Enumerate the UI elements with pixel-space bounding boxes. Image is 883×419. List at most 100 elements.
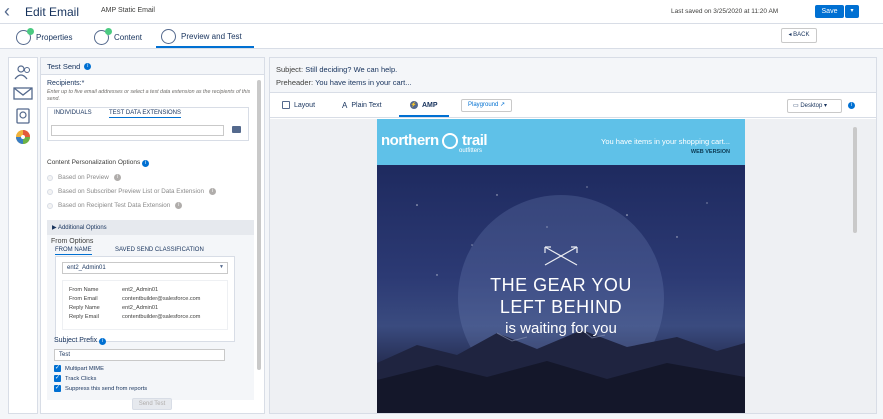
subject-prefix-input[interactable]: Test xyxy=(54,349,225,361)
info-icon[interactable]: i xyxy=(142,160,150,167)
info-icon[interactable]: i xyxy=(208,188,216,195)
checkbox-checked-icon: ✓ xyxy=(54,365,61,372)
email-preview-canvas: northern trail outfitters You have items… xyxy=(270,119,876,413)
info-icon[interactable]: i xyxy=(175,202,183,209)
info-icon[interactable]: i xyxy=(99,338,107,345)
preheader-value: You have items in your cart... xyxy=(315,78,412,87)
chevron-down-icon: ▼ xyxy=(219,264,224,270)
device-value: Desktop xyxy=(800,103,823,109)
back-button[interactable]: ◂ BACK xyxy=(781,28,817,43)
option-subscriber-preview[interactable]: Based on Subscriber Preview List or Data… xyxy=(47,188,216,195)
test-send-panel: Test Send i Recipients:* Enter up to fiv… xyxy=(40,57,265,414)
device-select[interactable]: ▭ Desktop ▾ xyxy=(787,99,842,113)
sender-details: From Name ent2_Admin01 From Email contentb… xyxy=(62,280,228,330)
detail-row: Reply Name ent2_Admin01 xyxy=(69,305,158,311)
email-name: AMP Static Email xyxy=(101,7,155,14)
check-circle-icon xyxy=(161,29,176,44)
option-label: Based on Preview xyxy=(58,174,109,181)
web-version-link[interactable]: WEB VERSION xyxy=(691,149,730,155)
external-link-icon: ↗ xyxy=(500,102,506,108)
detail-value: ent2_Admin01 xyxy=(122,305,159,311)
brand-logo: northern trail xyxy=(381,132,488,150)
layout-icon xyxy=(282,101,290,109)
from-name-select[interactable]: ent2_Admin01 ▼ xyxy=(62,262,228,274)
detail-key: From Name xyxy=(69,287,99,293)
tab-plain-text[interactable]: A Plain Text xyxy=(342,101,382,110)
test-send-title: Test Send xyxy=(47,61,81,71)
panel-scrollbar[interactable] xyxy=(257,80,261,370)
tab-individuals[interactable]: INDIVIDUALS xyxy=(54,110,92,116)
cart-reminder-text: You have items in your shopping cart... xyxy=(601,137,730,146)
last-saved-text: Last saved on 3/25/2020 at 11:20 AM xyxy=(671,8,779,15)
hero-headline-1: THE GEAR YOU xyxy=(490,275,632,295)
tab-test-data-extensions[interactable]: TEST DATA EXTENSIONS xyxy=(109,110,182,118)
hero-headline-2: LEFT BEHIND xyxy=(499,297,623,317)
tab-preview-and-test[interactable]: Preview and Test xyxy=(156,27,254,48)
from-select-value: ent2_Admin01 xyxy=(67,265,106,271)
option-label: Based on Recipient Test Data Extension xyxy=(58,202,171,209)
send-test-button[interactable]: Send Test xyxy=(132,398,172,410)
tab-from-name[interactable]: FROM NAME xyxy=(55,247,92,255)
folder-icon[interactable] xyxy=(232,126,241,133)
preview-pane: Subject: Still deciding? We can help. Pr… xyxy=(269,57,877,414)
preview-scrollbar[interactable] xyxy=(853,127,857,233)
crossed-arrows-icon xyxy=(544,246,578,266)
info-icon[interactable]: i xyxy=(848,102,855,109)
checkbox-multipart-mime[interactable]: ✓ Multipart MIME xyxy=(54,365,104,372)
from-options-label: From Options xyxy=(51,238,94,245)
option-recipient-test-data[interactable]: Based on Recipient Test Data Extension i xyxy=(47,202,183,209)
save-button[interactable]: Save xyxy=(815,5,844,18)
content-pencil-icon xyxy=(94,28,112,45)
subject-info: Subject: Still deciding? We can help. Pr… xyxy=(270,58,876,93)
chevron-down-icon: ▾ xyxy=(822,103,828,109)
subject-label: Subject: xyxy=(276,65,304,74)
radio-dot xyxy=(47,202,53,209)
detail-row: From Name ent2_Admin01 xyxy=(69,287,158,293)
checkbox-suppress-reports[interactable]: ✓ Suppress this send from reports xyxy=(54,385,147,392)
tab-saved-send-classification[interactable]: SAVED SEND CLASSIFICATION xyxy=(115,247,204,253)
detail-value: ent2_Admin01 xyxy=(122,287,159,293)
test-send-envelope-icon[interactable] xyxy=(13,85,33,101)
detail-value: contentbuilder@salesforce.com xyxy=(122,296,201,302)
subject-prefix-text: Subject Prefix xyxy=(54,337,98,344)
recipients-box: INDIVIDUALS TEST DATA EXTENSIONS xyxy=(47,107,249,141)
info-icon[interactable]: i xyxy=(113,174,121,181)
info-icon[interactable]: i xyxy=(84,62,92,70)
checkbox-track-clicks[interactable]: ✓ Track Clicks xyxy=(54,375,96,382)
save-options-caret-icon[interactable]: ▾ xyxy=(845,5,859,18)
from-name-box: ent2_Admin01 ▼ From Name ent2_Admin01 Fro… xyxy=(55,256,235,342)
email-header-bar: northern trail outfitters You have items… xyxy=(377,119,745,165)
checkbox-label: Suppress this send from reports xyxy=(65,385,148,392)
color-wheel-icon[interactable] xyxy=(13,129,33,145)
inbox-preview-icon[interactable] xyxy=(13,108,33,124)
additional-options-label: Additional Options xyxy=(57,225,107,231)
tab-layout[interactable]: Layout xyxy=(282,101,315,109)
option-based-on-preview[interactable]: Based on Preview i xyxy=(47,174,121,181)
subject-line: Subject: Still deciding? We can help. xyxy=(276,65,397,74)
hero-image: THE GEAR YOU LEFT BEHIND is waiting for … xyxy=(377,165,745,413)
additional-options-toggle[interactable]: ▶ Additional Options xyxy=(47,220,254,235)
tab-layout-label: Layout xyxy=(294,101,316,109)
personalization-label: Content Personalization Options i xyxy=(47,159,150,167)
subject-prefix-label: Subject Prefix i xyxy=(54,337,107,345)
text-a-icon: A xyxy=(342,101,348,110)
preheader-label: Preheader: xyxy=(276,78,314,87)
tab-properties[interactable]: Properties xyxy=(16,27,72,48)
tab-amp[interactable]: ⚡ AMP xyxy=(399,101,449,117)
checkbox-checked-icon: ✓ xyxy=(54,385,61,392)
playground-link[interactable]: Playground ↗ xyxy=(461,99,513,112)
tab-content-label: Content xyxy=(114,33,143,42)
back-chevron-icon[interactable]: ‹ xyxy=(4,2,10,20)
subscribers-icon[interactable] xyxy=(13,64,33,80)
radio-dot xyxy=(47,188,53,195)
detail-key: Reply Email xyxy=(69,314,99,320)
tab-content[interactable]: Content xyxy=(94,27,142,48)
personalization-text: Content Personalization Options xyxy=(47,159,141,166)
tab-properties-label: Properties xyxy=(36,33,73,42)
detail-row: From Email contentbuilder@salesforce.com xyxy=(69,296,200,302)
properties-icon xyxy=(16,28,34,45)
subject-value: Still deciding? We can help. xyxy=(305,65,398,74)
detail-value: contentbuilder@salesforce.com xyxy=(122,314,201,320)
recipients-input[interactable] xyxy=(51,125,224,136)
checkbox-checked-icon: ✓ xyxy=(54,375,61,382)
